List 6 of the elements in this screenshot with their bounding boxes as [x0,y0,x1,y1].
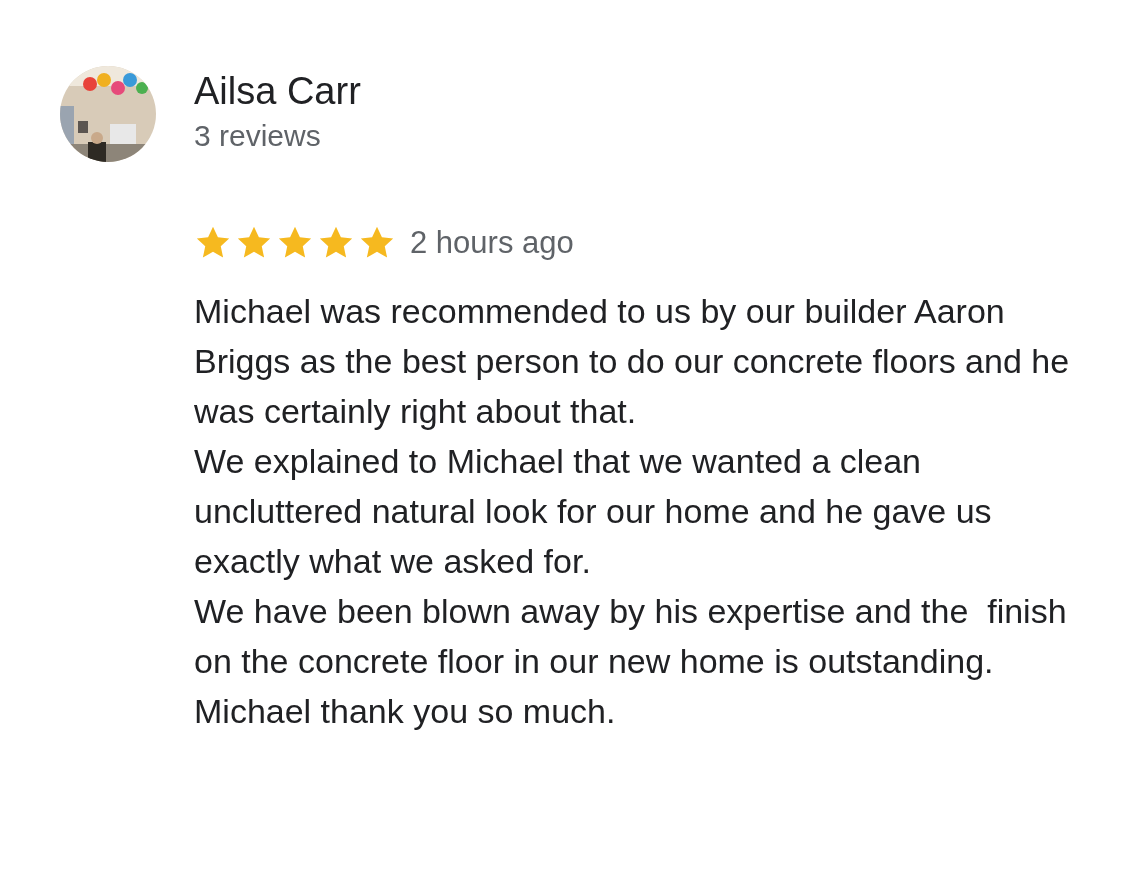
review-text: We have been blown away by his expertise and the finish on the concrete floor in our new home is outstanding. Michael thank you so much. [194,591,1068,732]
review-text: Michael was recommended to us by our builder Aaron Briggs as the best person to do our concrete floors and he was certainly right about that. [194,291,1071,432]
reviewer-name[interactable]: Ailsa Carr [194,68,361,114]
review-text: We explained to Michael that we wanted a clean uncluttered natural look for our home and he gave us exactly what we asked for. [194,441,993,582]
review-count: 3 reviews [194,118,322,154]
review-time: 2 hours ago [410,225,574,261]
